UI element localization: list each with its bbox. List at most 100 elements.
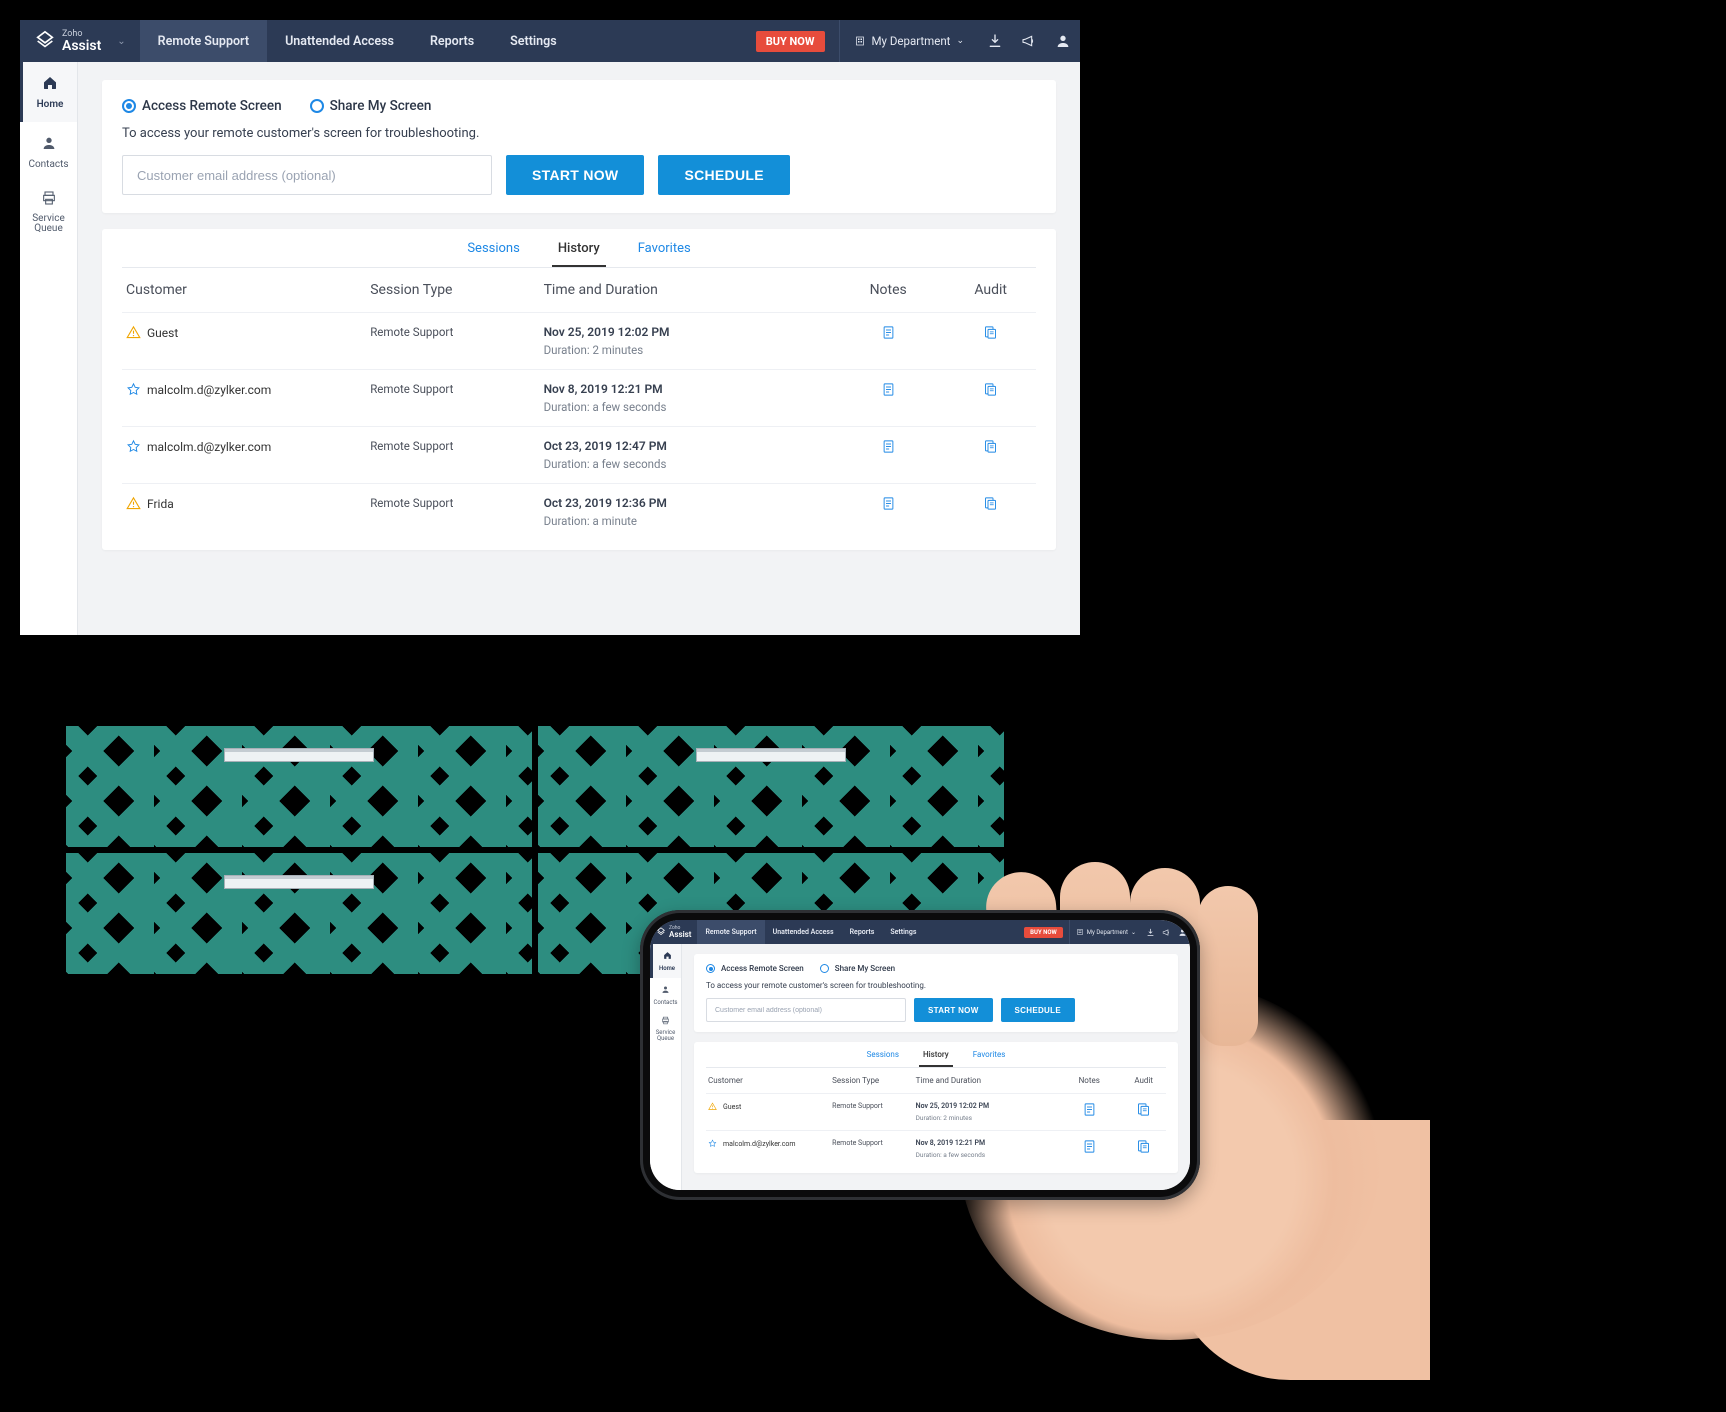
star-icon [126, 439, 141, 454]
profile-icon[interactable] [1174, 920, 1190, 944]
radio-off-icon [310, 99, 324, 113]
buy-now-button[interactable]: BUY NOW [1024, 927, 1063, 938]
brand-name: Assist [62, 39, 101, 53]
session-type: Remote Support [832, 1139, 908, 1147]
brand[interactable]: Zoho Assist ⌄ [20, 20, 140, 62]
nav-unattended-access[interactable]: Unattended Access [765, 920, 842, 944]
audit-button[interactable] [949, 496, 1032, 515]
session-time: Nov 25, 2019 12:02 PM [916, 1102, 1055, 1110]
history-header: Customer Session Type Time and Duration … [122, 268, 1036, 312]
department-dropdown[interactable]: My Department ⌄ [839, 20, 978, 62]
session-type: Remote Support [370, 439, 535, 453]
audit-button[interactable] [1123, 1102, 1164, 1119]
chevron-down-icon: ⌄ [1131, 929, 1136, 936]
nav-unattended-access[interactable]: Unattended Access [267, 20, 412, 62]
history-row: Guest Remote Support Nov 25, 2019 12:02 … [122, 312, 1036, 369]
customer-name: Frida [147, 497, 174, 511]
start-now-button[interactable]: START NOW [506, 155, 644, 195]
nav-remote-support[interactable]: Remote Support [140, 20, 267, 62]
schedule-button[interactable]: SCHEDULE [658, 155, 789, 195]
radio-access-remote[interactable]: Access Remote Screen [706, 964, 804, 973]
col-audit: Audit [949, 282, 1032, 298]
nav-reports[interactable]: Reports [412, 20, 492, 62]
profile-icon[interactable] [1046, 20, 1080, 62]
notes-button[interactable] [835, 439, 941, 458]
tab-sessions[interactable]: Sessions [863, 1044, 903, 1067]
nav-settings[interactable]: Settings [492, 20, 575, 62]
cabinet-shadow [70, 1090, 510, 1116]
cabinet-top [58, 712, 1012, 722]
phone-in-hand: Zoho Assist Remote Support Unattended Ac… [630, 870, 1410, 1390]
tab-favorites[interactable]: Favorites [632, 231, 697, 267]
service-queue-icon [661, 1016, 670, 1028]
session-duration: Duration: 2 minutes [544, 343, 827, 357]
audit-button[interactable] [1123, 1139, 1164, 1156]
announcements-icon[interactable] [1158, 920, 1174, 944]
notes-button[interactable] [1063, 1102, 1115, 1119]
session-type: Remote Support [370, 382, 535, 396]
radio-share-screen[interactable]: Share My Screen [310, 98, 432, 114]
customer-name: malcolm.d@zylker.com [147, 383, 271, 397]
session-duration: Duration: 2 minutes [916, 1114, 1055, 1122]
history-row: malcolm.d@zylker.com Remote Support Nov … [122, 369, 1036, 426]
warning-icon [126, 325, 141, 340]
customer-name: malcolm.d@zylker.com [147, 440, 271, 454]
brand-caret-icon[interactable]: ⌄ [117, 36, 125, 47]
history-row: Guest Remote Support Nov 25, 2019 12:02 … [706, 1093, 1166, 1130]
col-time: Time and Duration [544, 282, 827, 298]
department-dropdown[interactable]: My Department ⌄ [1069, 920, 1142, 944]
sidebar-service-queue[interactable]: Service Queue [650, 1012, 681, 1046]
col-customer: Customer [126, 282, 362, 298]
tab-sessions[interactable]: Sessions [461, 231, 526, 267]
session-duration: Duration: a minute [544, 514, 827, 528]
session-duration: Duration: a few seconds [544, 400, 827, 414]
phone-screen: Zoho Assist Remote Support Unattended Ac… [650, 920, 1190, 1190]
sidebar-home[interactable]: Home [650, 944, 681, 978]
radio-access-remote[interactable]: Access Remote Screen [122, 98, 282, 114]
nav-settings[interactable]: Settings [882, 920, 924, 944]
announcements-icon[interactable] [1012, 20, 1046, 62]
sidebar: Home Contacts Service Queue [650, 944, 682, 1190]
contacts-icon [661, 985, 670, 997]
start-session-panel: Access Remote Screen Share My Screen To … [102, 80, 1056, 213]
audit-button[interactable] [949, 439, 1032, 458]
audit-button[interactable] [949, 325, 1032, 344]
radio-on-icon [122, 99, 136, 113]
notes-button[interactable] [835, 325, 941, 344]
sidebar-contacts-label: Contacts [28, 159, 68, 170]
customer-email-input[interactable] [122, 155, 492, 195]
sidebar-contacts[interactable]: Contacts [20, 122, 77, 182]
tab-history[interactable]: History [919, 1044, 953, 1067]
drawer-handle [224, 748, 374, 762]
sidebar-contacts[interactable]: Contacts [650, 978, 681, 1012]
download-icon[interactable] [1142, 920, 1158, 944]
schedule-button[interactable]: SCHEDULE [1001, 998, 1075, 1022]
start-now-button[interactable]: START NOW [914, 998, 993, 1022]
history-row: malcolm.d@zylker.com Remote Support Nov … [706, 1130, 1166, 1167]
tab-history[interactable]: History [552, 231, 606, 267]
sidebar-home[interactable]: Home [20, 62, 77, 122]
customer-email-input[interactable] [706, 998, 906, 1022]
drawer-handle [224, 875, 374, 889]
session-time: Oct 23, 2019 12:36 PM [544, 496, 827, 510]
drawer-top-left [66, 726, 532, 847]
sidebar-service-queue[interactable]: Service Queue [20, 182, 77, 242]
customer-name: malcolm.d@zylker.com [723, 1140, 796, 1148]
home-icon [663, 951, 672, 963]
nav-reports[interactable]: Reports [842, 920, 883, 944]
nav-remote-support[interactable]: Remote Support [697, 920, 764, 944]
drawer-handle [696, 748, 846, 762]
chevron-down-icon: ⌄ [956, 36, 964, 46]
notes-button[interactable] [1063, 1139, 1115, 1156]
audit-button[interactable] [949, 382, 1032, 401]
warning-icon [708, 1102, 717, 1111]
notes-button[interactable] [835, 496, 941, 515]
col-session-type: Session Type [370, 282, 535, 298]
brand-icon [34, 30, 56, 52]
download-icon[interactable] [978, 20, 1012, 62]
radio-share-screen[interactable]: Share My Screen [820, 964, 895, 973]
tab-favorites[interactable]: Favorites [969, 1044, 1010, 1067]
brand[interactable]: Zoho Assist [650, 920, 697, 944]
notes-button[interactable] [835, 382, 941, 401]
buy-now-button[interactable]: BUY NOW [756, 31, 825, 52]
